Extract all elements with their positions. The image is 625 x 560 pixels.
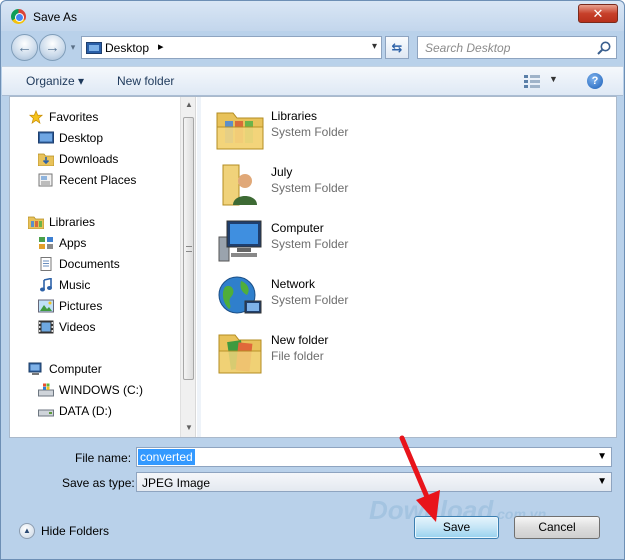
recent-places-icon — [38, 173, 53, 187]
file-item-new-folder[interactable]: New folder File folder — [215, 329, 415, 385]
star-icon — [28, 110, 44, 124]
file-item-computer[interactable]: Computer System Folder — [215, 217, 415, 273]
file-type: System Folder — [271, 181, 349, 195]
file-type: System Folder — [271, 237, 349, 251]
save-type-select[interactable]: JPEG Image ▼ — [136, 472, 612, 492]
nav-recent-places-label: Recent Places — [59, 173, 137, 187]
search-icon[interactable] — [596, 40, 612, 56]
nav-pictures-label: Pictures — [59, 299, 103, 313]
window-title: Save As — [33, 10, 78, 24]
refresh-button[interactable]: ⇆ — [385, 36, 409, 59]
back-button[interactable]: ← — [11, 34, 38, 61]
breadcrumb-chevron-icon[interactable]: ▸ — [158, 40, 164, 53]
navigation-pane[interactable]: Favorites Desktop Downloads Recent Place… — [10, 97, 180, 437]
nav-favorites-label: Favorites — [49, 110, 99, 124]
file-item-july[interactable]: July System Folder — [215, 161, 415, 217]
search-input[interactable] — [423, 39, 593, 56]
file-type: System Folder — [271, 125, 349, 139]
libraries-icon — [28, 216, 44, 229]
desktop-icon — [38, 131, 54, 144]
forward-arrow-icon: → — [45, 39, 60, 56]
nav-apps-label: Apps — [59, 236, 87, 250]
user-folder-icon — [222, 164, 257, 206]
refresh-icon: ⇆ — [391, 40, 403, 55]
file-name: July — [271, 165, 293, 179]
save-type-dropdown-icon[interactable]: ▼ — [597, 476, 607, 487]
scroll-down-icon[interactable]: ▼ — [184, 423, 194, 432]
nav-windows-drive-label: WINDOWS (C:) — [59, 383, 143, 397]
file-type: System Folder — [271, 293, 349, 307]
title-bar[interactable]: Save As ✕ — [1, 1, 624, 31]
recent-locations-dropdown[interactable]: ▾ — [68, 42, 78, 52]
nav-videos-label: Videos — [59, 320, 96, 334]
back-arrow-icon: ← — [17, 39, 32, 56]
save-type-label: Save as type: — [62, 476, 135, 490]
videos-icon — [38, 320, 54, 334]
nav-downloads-label: Downloads — [59, 152, 119, 166]
file-name: Network — [271, 277, 316, 291]
drive-icon — [38, 409, 54, 417]
file-item-libraries[interactable]: Libraries System Folder — [215, 105, 415, 161]
pictures-icon — [38, 299, 54, 313]
file-item-network[interactable]: Network System Folder — [215, 273, 415, 329]
pane-splitter[interactable] — [197, 97, 201, 437]
nav-libraries-label: Libraries — [49, 215, 96, 229]
music-icon — [40, 278, 52, 292]
grip-icon — [186, 246, 192, 252]
documents-icon — [40, 257, 52, 271]
network-icon — [218, 276, 262, 314]
file-name-label: File name: — [75, 451, 132, 465]
save-type-value: JPEG Image — [142, 476, 211, 490]
desktop-icon — [86, 42, 102, 54]
file-name-dropdown-icon[interactable]: ▼ — [597, 451, 607, 462]
organize-button[interactable]: Organize ▾ — [26, 74, 84, 88]
downloads-folder-icon — [38, 153, 54, 166]
scrollbar-thumb[interactable] — [183, 117, 194, 380]
chrome-icon — [11, 9, 26, 24]
libraries-icon — [216, 112, 264, 150]
collapse-up-icon: ▲ — [19, 523, 35, 539]
file-name-input[interactable]: converted — [138, 449, 195, 465]
nav-documents-label: Documents — [59, 257, 120, 271]
close-button[interactable]: ✕ — [578, 4, 618, 23]
hide-folders-label: Hide Folders — [41, 524, 110, 538]
nav-data-drive-label: DATA (D:) — [59, 404, 112, 418]
address-location[interactable]: Desktop — [105, 41, 149, 55]
forward-button[interactable]: → — [39, 34, 66, 61]
file-type: File folder — [271, 349, 324, 363]
folder-icon — [218, 334, 262, 374]
address-dropdown-icon[interactable]: ▾ — [372, 41, 377, 52]
file-name: Computer — [271, 221, 324, 235]
file-name: New folder — [271, 333, 329, 347]
browser-area: Favorites Desktop Downloads Recent Place… — [9, 96, 617, 438]
system-drive-icon — [38, 383, 54, 397]
computer-icon — [218, 220, 262, 262]
nav-desktop-label: Desktop — [59, 131, 104, 145]
command-bar: Organize ▾ New folder ▼ ? — [2, 66, 623, 96]
red-pointer-arrow-icon — [399, 435, 440, 522]
help-icon[interactable]: ? — [587, 73, 603, 89]
nav-music-label: Music — [59, 278, 91, 292]
file-name: Libraries — [271, 109, 318, 123]
search-box[interactable] — [417, 36, 617, 59]
scroll-up-icon[interactable]: ▲ — [184, 100, 194, 109]
new-folder-button[interactable]: New folder — [117, 74, 174, 88]
cancel-button[interactable]: Cancel — [514, 516, 600, 539]
file-name-field[interactable]: converted ▼ — [136, 447, 612, 467]
nav-pane-scrollbar[interactable]: ▲ ▼ — [180, 97, 196, 437]
apps-icon — [39, 237, 53, 249]
save-as-dialog: Save As ✕ ← → ▾ Desktop ▸ ▾ ⇆ Organize ▾… — [0, 0, 625, 560]
computer-icon — [28, 362, 42, 375]
view-options-icon[interactable] — [524, 75, 540, 88]
nav-computer-label: Computer — [49, 362, 102, 376]
view-dropdown-icon[interactable]: ▼ — [549, 74, 558, 84]
address-bar[interactable]: Desktop ▸ ▾ — [81, 36, 382, 59]
